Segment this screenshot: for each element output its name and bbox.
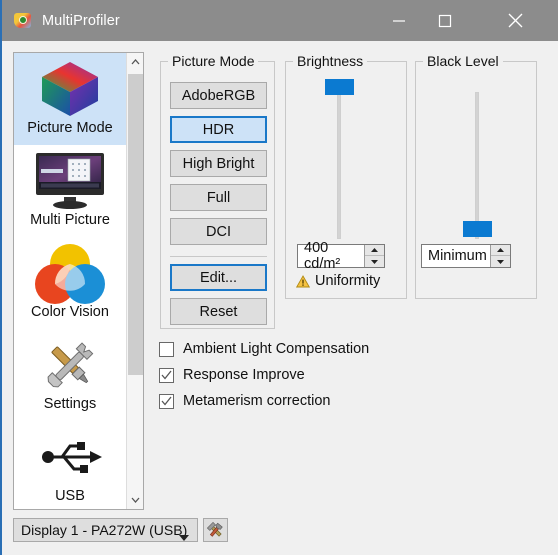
close-icon: [508, 13, 522, 28]
spinner-up-icon: [371, 248, 378, 252]
reset-button[interactable]: Reset: [170, 298, 267, 325]
checkbox-row-response-improve[interactable]: Response Improve: [159, 367, 305, 383]
brightness-group-title: Brightness: [293, 53, 368, 69]
picture-mode-group-title: Picture Mode: [168, 53, 259, 69]
picture-mode-button-dci[interactable]: DCI: [170, 218, 267, 245]
picture-mode-button-hdr[interactable]: HDR: [170, 116, 267, 143]
black-level-group: Black Level Minimum: [415, 53, 537, 299]
group-divider: [170, 256, 267, 257]
sidebar-item-label: USB: [55, 487, 85, 504]
usb-icon: [14, 426, 126, 488]
chevron-down-icon: [179, 528, 189, 544]
sidebar-item-list: Picture Mode Multi Picture Color Vision …: [14, 53, 126, 509]
response-improve-checkbox[interactable]: [159, 367, 174, 383]
brightness-value[interactable]: 400 cd/m²: [298, 240, 364, 272]
black-level-slider-track: [475, 92, 479, 239]
brightness-slider-thumb[interactable]: [325, 79, 354, 95]
sidebar-item-label: Color Vision: [31, 303, 109, 320]
maximize-button[interactable]: [422, 0, 468, 41]
metamerism-correction-checkbox[interactable]: [159, 393, 174, 409]
sidebar-scrollbar[interactable]: [126, 53, 143, 509]
brightness-spinner-down[interactable]: [365, 256, 384, 267]
uniformity-label: Uniformity: [315, 273, 381, 289]
checkbox-label: Ambient Light Compensation: [183, 341, 370, 357]
sidebar-item-label: Multi Picture: [30, 211, 110, 228]
brightness-slider-track: [337, 82, 341, 239]
black-level-slider[interactable]: [448, 74, 506, 239]
picture-mode-button-high-bright[interactable]: High Bright: [170, 150, 267, 177]
title-bar: MultiProfiler: [2, 0, 558, 41]
brightness-spinner[interactable]: 400 cd/m²: [297, 240, 385, 272]
display-selector-value: Display 1 - PA272W (USB): [21, 522, 188, 538]
hammer-wrench-icon: [207, 521, 223, 537]
multiprofiler-window: MultiProfiler Picture Mode Multi Picture…: [0, 0, 558, 555]
sidebar-item-multi-picture[interactable]: Multi Picture: [14, 145, 126, 237]
close-button[interactable]: [492, 0, 538, 41]
checkbox-label: Metamerism correction: [183, 393, 331, 409]
black-level-spinner[interactable]: Minimum: [421, 244, 511, 268]
multiprofiler-app-icon: [14, 12, 32, 30]
checkbox-label: Response Improve: [183, 367, 305, 383]
wrench-screwdriver-icon: [14, 334, 126, 396]
maximize-icon: [438, 14, 452, 27]
display-selector-dropdown[interactable]: Display 1 - PA272W (USB): [13, 518, 198, 542]
picture-mode-group: Picture Mode AdobeRGB HDR High Bright Fu…: [160, 53, 275, 329]
check-icon: [161, 396, 172, 406]
sidebar-item-color-vision[interactable]: Color Vision: [14, 237, 126, 329]
navigation-sidebar: Picture Mode Multi Picture Color Vision …: [13, 52, 144, 510]
black-level-spinner-buttons[interactable]: [490, 245, 510, 267]
minimize-icon: [393, 19, 405, 22]
color-cube-icon: [14, 58, 126, 120]
brightness-spinner-buttons[interactable]: [364, 245, 384, 267]
chevron-up-icon: [131, 59, 140, 65]
monitor-icon: [14, 150, 126, 212]
uniformity-row[interactable]: Uniformity: [296, 273, 380, 289]
sidebar-item-usb[interactable]: USB: [14, 421, 126, 509]
spinner-up-icon: [497, 248, 504, 252]
ambient-light-compensation-checkbox[interactable]: [159, 341, 174, 357]
black-level-group-title: Black Level: [423, 53, 503, 69]
black-level-spinner-down[interactable]: [491, 256, 510, 267]
brightness-group: Brightness 400 cd/m²: [285, 53, 407, 299]
checkbox-row-ambient-light-compensation[interactable]: Ambient Light Compensation: [159, 341, 369, 357]
tools-button[interactable]: [203, 518, 228, 542]
sidebar-item-label: Picture Mode: [27, 120, 113, 136]
check-icon: [161, 370, 172, 380]
window-title: MultiProfiler: [42, 12, 120, 29]
sidebar-item-settings[interactable]: Settings: [14, 329, 126, 421]
black-level-spinner-up[interactable]: [491, 245, 510, 256]
warning-triangle-icon: [296, 274, 310, 287]
picture-mode-button-full[interactable]: Full: [170, 184, 267, 211]
scroll-down-button[interactable]: [127, 491, 143, 509]
spinner-down-icon: [371, 259, 378, 264]
edit-button[interactable]: Edit...: [170, 264, 267, 291]
color-circles-icon: [14, 242, 126, 304]
checkbox-row-metamerism-correction[interactable]: Metamerism correction: [159, 393, 330, 409]
sidebar-item-label: Settings: [43, 395, 97, 412]
black-level-value[interactable]: Minimum: [422, 245, 490, 267]
black-level-slider-thumb[interactable]: [463, 221, 492, 237]
minimize-button[interactable]: [376, 0, 422, 41]
brightness-slider[interactable]: [310, 74, 368, 239]
spinner-down-icon: [497, 259, 504, 264]
sidebar-item-picture-mode[interactable]: Picture Mode: [14, 53, 126, 145]
scrollbar-thumb[interactable]: [128, 74, 143, 375]
chevron-down-icon: [131, 497, 140, 503]
scroll-up-button[interactable]: [127, 53, 143, 71]
brightness-spinner-up[interactable]: [365, 245, 384, 256]
picture-mode-button-adobergb[interactable]: AdobeRGB: [170, 82, 267, 109]
